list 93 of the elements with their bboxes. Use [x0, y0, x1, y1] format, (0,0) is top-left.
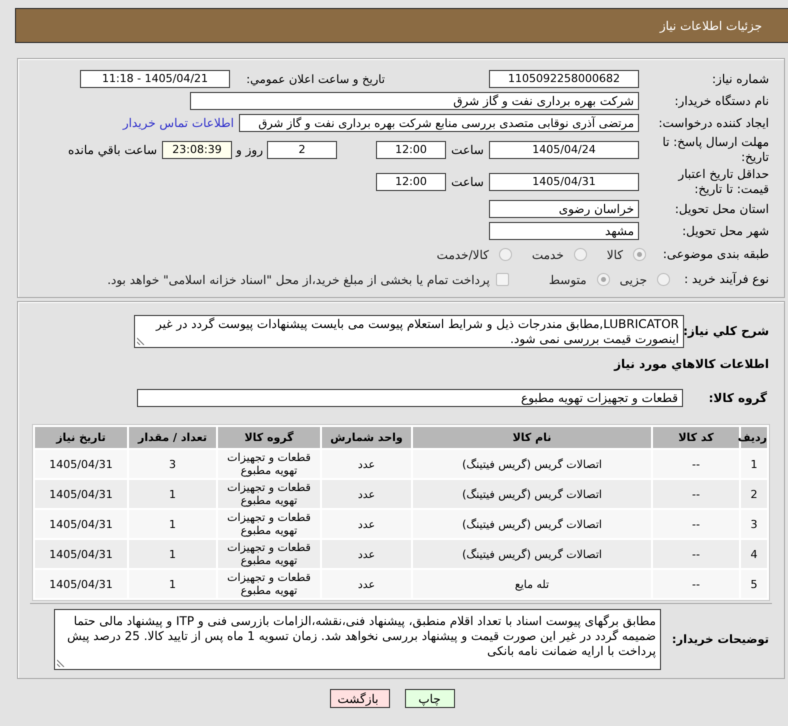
table-cell: 3 — [129, 450, 216, 478]
field-label: تاریخ و ساعت اعلان عمومي: — [245, 72, 385, 86]
table-cell: قطعات و تجهیزات تهویه مطبوع — [218, 540, 320, 568]
field-label: استان محل تحویل: — [674, 202, 770, 216]
field-label: توضیحات خریدار: — [670, 632, 770, 647]
table-cell: 4 — [741, 540, 767, 568]
need-number-field: 1105092258000682 — [489, 70, 639, 88]
radio-button[interactable] — [657, 273, 670, 286]
goods-group-field: قطعات و تجهیزات تهویه مطبوع — [137, 389, 683, 407]
field-label: گروه کالا: — [708, 390, 768, 406]
table-cell: قطعات و تجهیزات تهویه مطبوع — [218, 480, 320, 508]
table-cell: اتصالات گریس (گریس فیتینگ) — [413, 480, 651, 508]
table-cell: عدد — [322, 570, 411, 598]
table-cell: 1 — [741, 450, 767, 478]
radio-button[interactable] — [596, 273, 610, 286]
field-label: طبقه بندی موضوعی: — [662, 247, 770, 262]
radio-button[interactable] — [574, 248, 587, 261]
field-label: شماره نیاز: — [711, 72, 770, 86]
validity-time-field: 12:00 — [376, 173, 446, 191]
table-cell: 1405/04/31 — [35, 480, 127, 508]
announce-date-field: 1405/04/21 - 11:18 — [80, 70, 230, 88]
field-label: شرح کلي نياز: — [684, 324, 770, 339]
time-label: ساعت — [450, 143, 485, 157]
table-cell: 1405/04/31 — [35, 570, 127, 598]
creator-field: مرتضی آذری نوقابی متصدی بررسی منابع شرکت بهره برداری نفت و گاز شرق — [239, 114, 639, 132]
field-label: ایجاد کننده درخواست: — [657, 116, 770, 130]
section-title: اطلاعات کالاهاي مورد نياز — [612, 357, 770, 371]
table-cell: قطعات و تجهیزات تهویه مطبوع — [218, 510, 320, 538]
table-cell: قطعات و تجهیزات تهویه مطبوع — [218, 450, 320, 478]
checkbox[interactable] — [496, 273, 509, 286]
table-cell: -- — [653, 540, 739, 568]
table-cell: 1 — [129, 540, 216, 568]
column-header: تاریخ نیاز — [35, 427, 127, 448]
remaining-time-field: 23:08:39 — [162, 141, 232, 159]
time-label: ساعت — [450, 175, 485, 189]
field-label: نام دستگاه خریدار: — [674, 94, 770, 108]
column-header: نام کالا — [413, 427, 651, 448]
field-label: نوع فرآیند خرید : — [683, 272, 770, 287]
table-cell: عدد — [322, 450, 411, 478]
table-cell: 1405/04/31 — [35, 510, 127, 538]
city-field: مشهد — [489, 222, 639, 240]
description-field[interactable]: LUBRICATOR,مطابق مندرجات ذیل و شرایط استعلام پیوست می بایست پیشنهادات پیوست گردد در غیر اینصورت قیمت بررسی نمی شود. — [134, 315, 684, 348]
resize-grip-icon[interactable] — [57, 659, 65, 667]
table-cell: اتصالات گریس (گریس فیتینگ) — [413, 450, 651, 478]
deadline-date-field: 1405/04/24 — [489, 141, 639, 159]
page-title: جزئیات اطلاعات نیاز — [660, 18, 762, 32]
back-button[interactable]: بازگشت — [330, 689, 390, 708]
table-cell: -- — [653, 450, 739, 478]
field-label: شهر محل تحویل: — [681, 224, 770, 238]
days-label: روز و — [234, 143, 264, 157]
table-cell: 1405/04/31 — [35, 450, 127, 478]
table-cell: 5 — [741, 570, 767, 598]
radio-label: کالا — [606, 248, 623, 262]
buyer-name-field: شرکت بهره برداری نفت و گاز شرق — [190, 92, 639, 110]
table-cell: 3 — [741, 510, 767, 538]
column-header: گروه کالا — [218, 427, 320, 448]
radio-label: کالا/خدمت — [436, 248, 489, 262]
table-cell: 1 — [129, 570, 216, 598]
table-cell: اتصالات گریس (گریس فیتینگ) — [413, 540, 651, 568]
table-cell: قطعات و تجهیزات تهویه مطبوع — [218, 570, 320, 598]
column-header: ردیف — [741, 427, 767, 448]
field-label: حداقل تاریخ اعتبار قیمت: تا تاریخ: — [676, 167, 770, 197]
table-cell: 1405/04/31 — [35, 540, 127, 568]
table-cell: 1 — [129, 510, 216, 538]
column-header: کد کالا — [653, 427, 739, 448]
table-cell: عدد — [322, 480, 411, 508]
buyer-notes-field[interactable]: مطابق برگهای پیوست اسناد با تعداد اقلام منطبق، پیشنهاد فنی،نقشه،الزامات بازرسی فنی و ITP و پیشنهاد مالی حتما ضمیمه گردد در غیر این صورت قیمت و پیشنهاد بررسی نخواهد شد. زمان تسویه 1 ماه پس از تایید کالا. 25 درصد پیش پرداخت با ارایه ضمانت نامه بانکی — [54, 609, 661, 670]
table-cell: اتصالات گریس (گریس فیتینگ) — [413, 510, 651, 538]
validity-date-field: 1405/04/31 — [489, 173, 639, 191]
radio-label: متوسط — [548, 272, 587, 286]
print-button[interactable]: چاپ — [404, 689, 454, 708]
table-cell: تله مایع — [413, 570, 651, 598]
radio-button[interactable] — [633, 248, 646, 261]
radio-label: جزیی — [620, 272, 647, 286]
remaining-label: ساعت باقي مانده — [68, 143, 157, 157]
checkbox-label: پرداخت تمام یا بخشی از مبلغ خرید،از محل "اسناد خزانه اسلامی" خواهد بود. — [107, 272, 490, 286]
field-label: مهلت ارسال پاسخ: تا تاریخ: — [661, 135, 770, 165]
table-cell: -- — [653, 480, 739, 508]
table-cell: -- — [653, 570, 739, 598]
radio-button[interactable] — [498, 248, 512, 261]
radio-label: خدمت — [532, 248, 564, 262]
buyer-contact-link[interactable]: اطلاعات تماس خریدار — [122, 116, 234, 130]
resize-grip-icon[interactable] — [137, 337, 145, 345]
column-header: تعداد / مقدار — [129, 427, 216, 448]
deadline-time-field: 12:00 — [376, 141, 446, 159]
table-cell: عدد — [322, 510, 411, 538]
column-header: واحد شمارش — [322, 427, 411, 448]
table-cell: -- — [653, 510, 739, 538]
table-cell: 2 — [741, 480, 767, 508]
table-cell: عدد — [322, 540, 411, 568]
table-cell: 1 — [129, 480, 216, 508]
days-field: 2 — [267, 141, 337, 159]
province-field: خراسان رضوی — [489, 200, 639, 218]
